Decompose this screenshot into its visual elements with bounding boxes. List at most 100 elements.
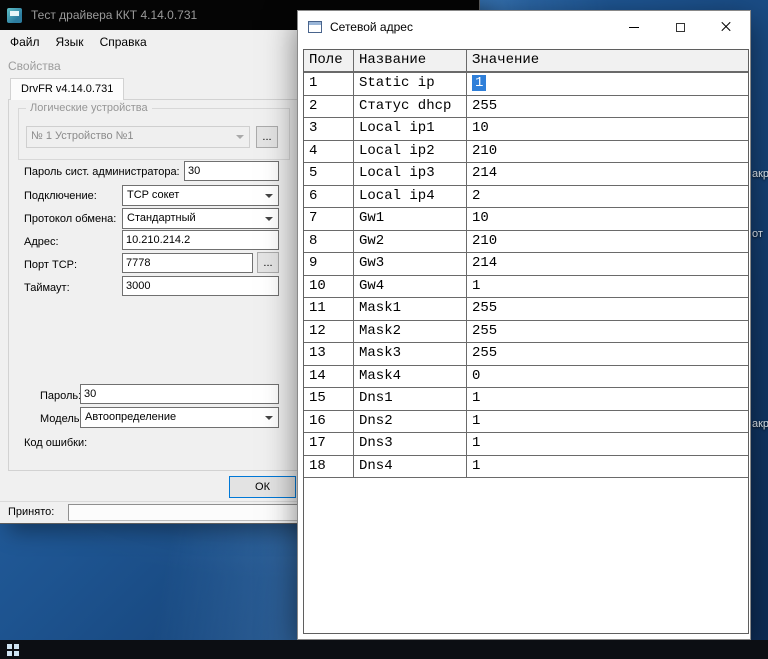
cell-name[interactable]: Static ip (354, 73, 467, 95)
cell-value[interactable]: 0 (467, 366, 748, 388)
cell-field[interactable]: 8 (304, 231, 354, 253)
menu-help[interactable]: Справка (92, 32, 155, 52)
table-row[interactable]: 17Dns31 (304, 433, 748, 456)
cell-value[interactable]: 1 (467, 276, 748, 298)
cell-field[interactable]: 5 (304, 163, 354, 185)
admin-password-input[interactable] (184, 161, 279, 181)
cell-field[interactable]: 14 (304, 366, 354, 388)
cell-value[interactable]: 255 (467, 343, 748, 365)
password-input[interactable] (80, 384, 279, 404)
protocol-select-value: Стандартный (127, 212, 196, 224)
table-row[interactable]: 5Local ip3214 (304, 163, 748, 186)
cell-name[interactable]: Dns1 (354, 388, 467, 410)
cell-value[interactable]: 2 (467, 186, 748, 208)
cell-name[interactable]: Dns2 (354, 411, 467, 433)
address-input[interactable] (122, 230, 279, 250)
cell-value[interactable]: 1 (467, 411, 748, 433)
cell-name[interactable]: Gw2 (354, 231, 467, 253)
cell-value[interactable]: 1 (467, 388, 748, 410)
cell-name[interactable]: Mask3 (354, 343, 467, 365)
cell-field[interactable]: 2 (304, 96, 354, 118)
cell-field[interactable]: 12 (304, 321, 354, 343)
cell-value[interactable]: 210 (467, 141, 748, 163)
header-value[interactable]: Значение (467, 50, 748, 71)
table-row[interactable]: 1Static ip1 (304, 73, 748, 96)
ok-button[interactable]: ОК (229, 476, 296, 498)
cell-name[interactable]: Mask4 (354, 366, 467, 388)
cell-field[interactable]: 9 (304, 253, 354, 275)
cell-name[interactable]: Local ip4 (354, 186, 467, 208)
cell-value[interactable]: 1 (467, 456, 748, 478)
table-row[interactable]: 3Local ip110 (304, 118, 748, 141)
table-row[interactable]: 10Gw41 (304, 276, 748, 299)
header-name[interactable]: Название (354, 50, 467, 71)
cell-field[interactable]: 10 (304, 276, 354, 298)
menu-language[interactable]: Язык (48, 32, 92, 52)
cell-value[interactable]: 210 (467, 231, 748, 253)
table-row[interactable]: 12Mask2255 (304, 321, 748, 344)
cell-value[interactable]: 1 (467, 433, 748, 455)
table-row[interactable]: 2Статус dhcp255 (304, 96, 748, 119)
protocol-select[interactable]: Стандартный (122, 208, 279, 229)
table-row[interactable]: 11Mask1255 (304, 298, 748, 321)
tab-drvfr[interactable]: DrvFR v4.14.0.731 (10, 78, 124, 100)
model-select[interactable]: Автоопределение (80, 407, 279, 428)
table-row[interactable]: 14Mask40 (304, 366, 748, 389)
tcp-port-input[interactable] (122, 253, 253, 273)
cell-name[interactable]: Dns3 (354, 433, 467, 455)
cell-value[interactable]: 1 (467, 73, 748, 95)
maximize-button[interactable] (657, 12, 703, 42)
cell-field[interactable]: 17 (304, 433, 354, 455)
dialog-titlebar[interactable]: Сетевой адрес (298, 11, 750, 43)
table-row[interactable]: 18Dns41 (304, 456, 748, 479)
table-row[interactable]: 6Local ip42 (304, 186, 748, 209)
cell-field[interactable]: 15 (304, 388, 354, 410)
header-field[interactable]: Поле (304, 50, 354, 71)
tcp-port-browse-button[interactable]: ... (257, 252, 279, 273)
desktop-icon-label-fragment: от (752, 228, 763, 240)
table-row[interactable]: 7Gw110 (304, 208, 748, 231)
cell-name[interactable]: Local ip1 (354, 118, 467, 140)
cell-field[interactable]: 13 (304, 343, 354, 365)
cell-field[interactable]: 3 (304, 118, 354, 140)
minimize-button[interactable] (611, 12, 657, 42)
cell-name[interactable]: Gw1 (354, 208, 467, 230)
menu-file[interactable]: Файл (2, 32, 48, 52)
table-row[interactable]: 16Dns21 (304, 411, 748, 434)
table-row[interactable]: 8Gw2210 (304, 231, 748, 254)
cell-value[interactable]: 214 (467, 253, 748, 275)
cell-name[interactable]: Mask1 (354, 298, 467, 320)
cell-name[interactable]: Dns4 (354, 456, 467, 478)
cell-value[interactable]: 10 (467, 208, 748, 230)
cell-field[interactable]: 16 (304, 411, 354, 433)
table-row[interactable]: 9Gw3214 (304, 253, 748, 276)
cell-field[interactable]: 11 (304, 298, 354, 320)
table-row[interactable]: 13Mask3255 (304, 343, 748, 366)
table-row[interactable]: 15Dns11 (304, 388, 748, 411)
cell-name[interactable]: Gw3 (354, 253, 467, 275)
cell-value[interactable]: 255 (467, 96, 748, 118)
cell-field[interactable]: 18 (304, 456, 354, 478)
table-row[interactable]: 4Local ip2210 (304, 141, 748, 164)
group-caption: Логические устройства (26, 102, 152, 114)
cell-name[interactable]: Статус dhcp (354, 96, 467, 118)
address-label: Адрес: (24, 236, 59, 248)
cell-name[interactable]: Local ip3 (354, 163, 467, 185)
cell-name[interactable]: Gw4 (354, 276, 467, 298)
timeout-input[interactable] (122, 276, 279, 296)
cell-value[interactable]: 255 (467, 321, 748, 343)
cell-value[interactable]: 214 (467, 163, 748, 185)
cell-name[interactable]: Mask2 (354, 321, 467, 343)
cell-value[interactable]: 10 (467, 118, 748, 140)
protocol-label: Протокол обмена: (24, 213, 116, 225)
cell-field[interactable]: 1 (304, 73, 354, 95)
close-button[interactable] (703, 12, 749, 42)
cell-field[interactable]: 4 (304, 141, 354, 163)
cell-field[interactable]: 6 (304, 186, 354, 208)
cell-name[interactable]: Local ip2 (354, 141, 467, 163)
start-button[interactable] (0, 640, 26, 659)
connection-select[interactable]: TCP сокет (122, 185, 279, 206)
device-browse-button[interactable]: ... (256, 126, 278, 148)
cell-field[interactable]: 7 (304, 208, 354, 230)
cell-value[interactable]: 255 (467, 298, 748, 320)
